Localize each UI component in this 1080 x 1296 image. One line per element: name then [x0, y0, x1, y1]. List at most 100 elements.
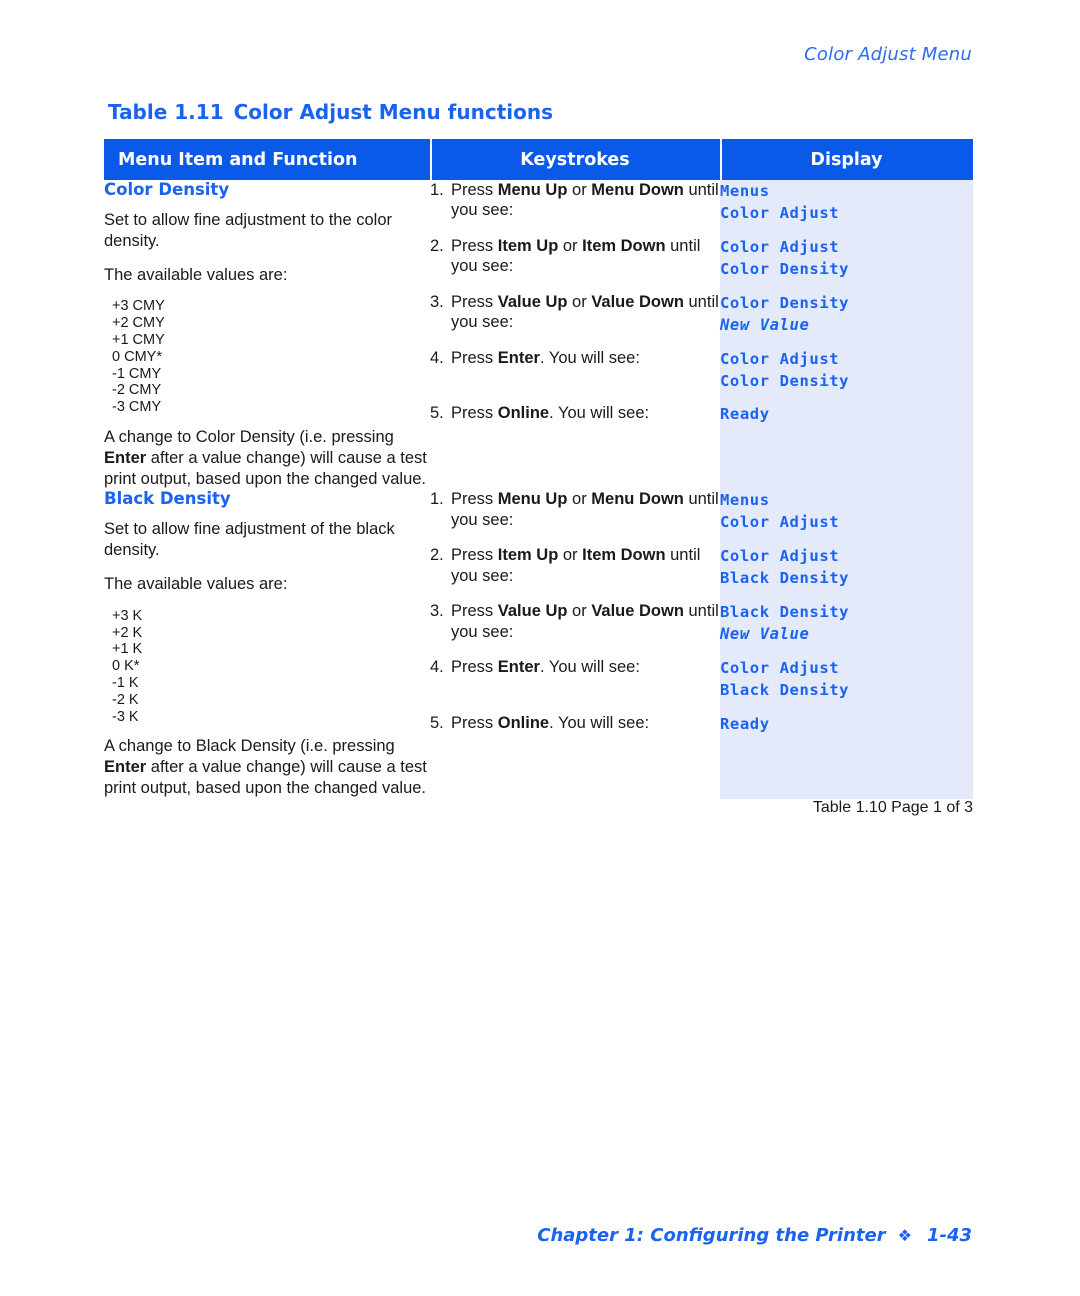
step-keyword-1: Online: [497, 713, 550, 732]
table-caption-number: Table 1.11: [108, 100, 224, 124]
step-text-a: Press: [451, 713, 498, 732]
step-text-a: Press: [451, 404, 498, 423]
step-number: 5.: [430, 404, 444, 423]
step-number: 3.: [430, 602, 444, 621]
step-text: Press Value Up or Value Down until you s…: [451, 292, 720, 333]
step-number: 2.: [430, 546, 444, 565]
step-number: 1.: [430, 181, 444, 199]
list-item: -1 CMY: [112, 365, 162, 382]
step-keyword-1: Enter: [497, 657, 540, 676]
step-text-b: . You will see:: [539, 657, 640, 676]
table-caption-title: Color Adjust Menu functions: [233, 100, 554, 124]
function-note-keyword: Enter: [104, 448, 147, 467]
keystroke-cell: 1. Press Menu Up or Menu Down until you …: [430, 180, 720, 236]
display-line: Color Adjust: [720, 237, 840, 256]
keystroke-cell: 2. Press Item Up or Item Down until you …: [430, 545, 720, 602]
display-line: Menus: [720, 491, 770, 510]
display-line: Black Density: [720, 569, 850, 588]
keystroke-cell: 1. Press Menu Up or Menu Down until you …: [430, 489, 720, 546]
table-header-display: Display: [720, 139, 973, 180]
step-text-a: Press: [451, 602, 498, 621]
step-text-mid: or: [567, 490, 592, 509]
list-item: +2 K: [112, 624, 143, 641]
list-item: +3 K: [112, 607, 143, 624]
step: 1. Press Menu Up or Menu Down until you …: [430, 489, 720, 530]
list-item: -3 K: [112, 708, 139, 725]
step-text-a: Press: [451, 181, 498, 199]
step-keyword-1: Value Up: [497, 602, 568, 621]
step-text-mid: or: [558, 236, 583, 255]
step-text-mid: or: [567, 602, 592, 621]
function-title: Color Density: [104, 180, 230, 199]
step: 3. Press Value Up or Value Down until yo…: [430, 601, 720, 642]
step-keyword-2: Item Down: [582, 236, 666, 255]
step: 5. Press Online. You will see:: [430, 713, 720, 733]
step: 2. Press Item Up or Item Down until you …: [430, 236, 720, 277]
display-cell: Color Adjust Color Density: [720, 235, 973, 292]
step-text-a: Press: [451, 546, 498, 565]
step-number: 4.: [430, 657, 444, 676]
step-text: Press Online. You will see:: [451, 403, 720, 423]
function-note-part-a: A change to Black Density (i.e. pressing: [104, 737, 395, 756]
step: 1. Press Menu Up or Menu Down until you …: [430, 180, 720, 221]
display-line: Color Adjust: [720, 349, 840, 368]
step-text: Press Enter. You will see:: [451, 348, 720, 368]
step-text: Press Item Up or Item Down until you see…: [451, 545, 720, 586]
display-cell: Color Density New Value: [720, 291, 973, 348]
step-text: Press Item Up or Item Down until you see…: [451, 236, 720, 277]
display-cell: Menus Color Adjust: [720, 180, 973, 236]
display-line: Menus: [720, 182, 770, 200]
step: 4. Press Enter. You will see:: [430, 348, 720, 368]
page-footer: Chapter 1: Configuring the Printer ❖ 1-43: [537, 1225, 972, 1246]
step-text: Press Enter. You will see:: [451, 657, 720, 677]
step-text-mid: or: [558, 546, 583, 565]
display-line: Black Density: [720, 680, 850, 699]
table-footer-row: Table 1.10 Page 1 of 3: [104, 798, 973, 843]
keystroke-cell: 2. Press Item Up or Item Down until you …: [430, 235, 720, 292]
display-line: Color Adjust: [720, 547, 840, 566]
table-caption: Table 1.11 Color Adjust Menu functions: [108, 100, 553, 124]
function-values-list: +3 K +2 K +1 K 0 K* -1 K -2 K -3 K: [104, 608, 430, 726]
step-number: 4.: [430, 348, 444, 367]
list-item: 0 K*: [112, 658, 140, 675]
display-cell: Color Adjust Black Density: [720, 545, 973, 602]
list-item: -2 K: [112, 691, 139, 708]
display-cell: Black Density New Value: [720, 601, 973, 657]
list-item: +1 CMY: [112, 331, 165, 348]
step-keyword-2: Item Down: [582, 546, 666, 565]
step-text-a: Press: [451, 348, 498, 367]
step-keyword-1: Enter: [497, 348, 540, 367]
display-line-new-value: New Value: [720, 625, 810, 644]
step-text-mid: or: [567, 181, 592, 199]
function-note-part-b: after a value change) will cause a test …: [104, 758, 427, 797]
function-description: Set to allow fine adjustment of the blac…: [104, 520, 395, 560]
display-line: Black Density: [720, 603, 850, 622]
display-line: Color Adjust: [720, 658, 840, 677]
keystroke-cell: 4. Press Enter. You will see:: [430, 347, 720, 404]
step-text-b: . You will see:: [539, 348, 640, 367]
page-footer-chapter: Chapter 1: Configuring the Printer: [537, 1225, 886, 1246]
display-cell: Ready: [720, 712, 973, 799]
display-line: Color Density: [720, 293, 850, 312]
function-values-intro: The available values are:: [104, 265, 288, 284]
step-text-b: . You will see:: [549, 404, 650, 423]
running-header: Color Adjust Menu: [804, 44, 972, 65]
page-number: 1-43: [926, 1225, 972, 1246]
keystroke-cell: 3. Press Value Up or Value Down until yo…: [430, 291, 720, 348]
step-number: 5.: [430, 713, 444, 732]
function-values-list: +3 CMY +2 CMY +1 CMY 0 CMY* -1 CMY -2 CM…: [104, 298, 430, 416]
display-cell: Menus Color Adjust: [720, 489, 973, 546]
display-cell: Color Adjust Black Density: [720, 656, 973, 713]
table-header-row: Menu Item and Function Keystrokes Displa…: [104, 139, 973, 180]
display-line: Ready: [720, 405, 770, 424]
step-text-a: Press: [451, 292, 498, 311]
function-note: A change to Color Density (i.e. pressing…: [104, 427, 430, 489]
list-item: +2 CMY: [112, 315, 165, 332]
function-description: Set to allow fine adjustment to the colo…: [104, 211, 392, 250]
step-text: Press Menu Up or Menu Down until you see…: [451, 489, 720, 530]
table-header-menu-item-and-function: Menu Item and Function: [104, 139, 430, 180]
step-text: Press Online. You will see:: [451, 713, 720, 733]
step-keyword-1: Item Up: [497, 546, 559, 565]
step: 3. Press Value Up or Value Down until yo…: [430, 292, 720, 333]
step-keyword-1: Item Up: [497, 236, 559, 255]
